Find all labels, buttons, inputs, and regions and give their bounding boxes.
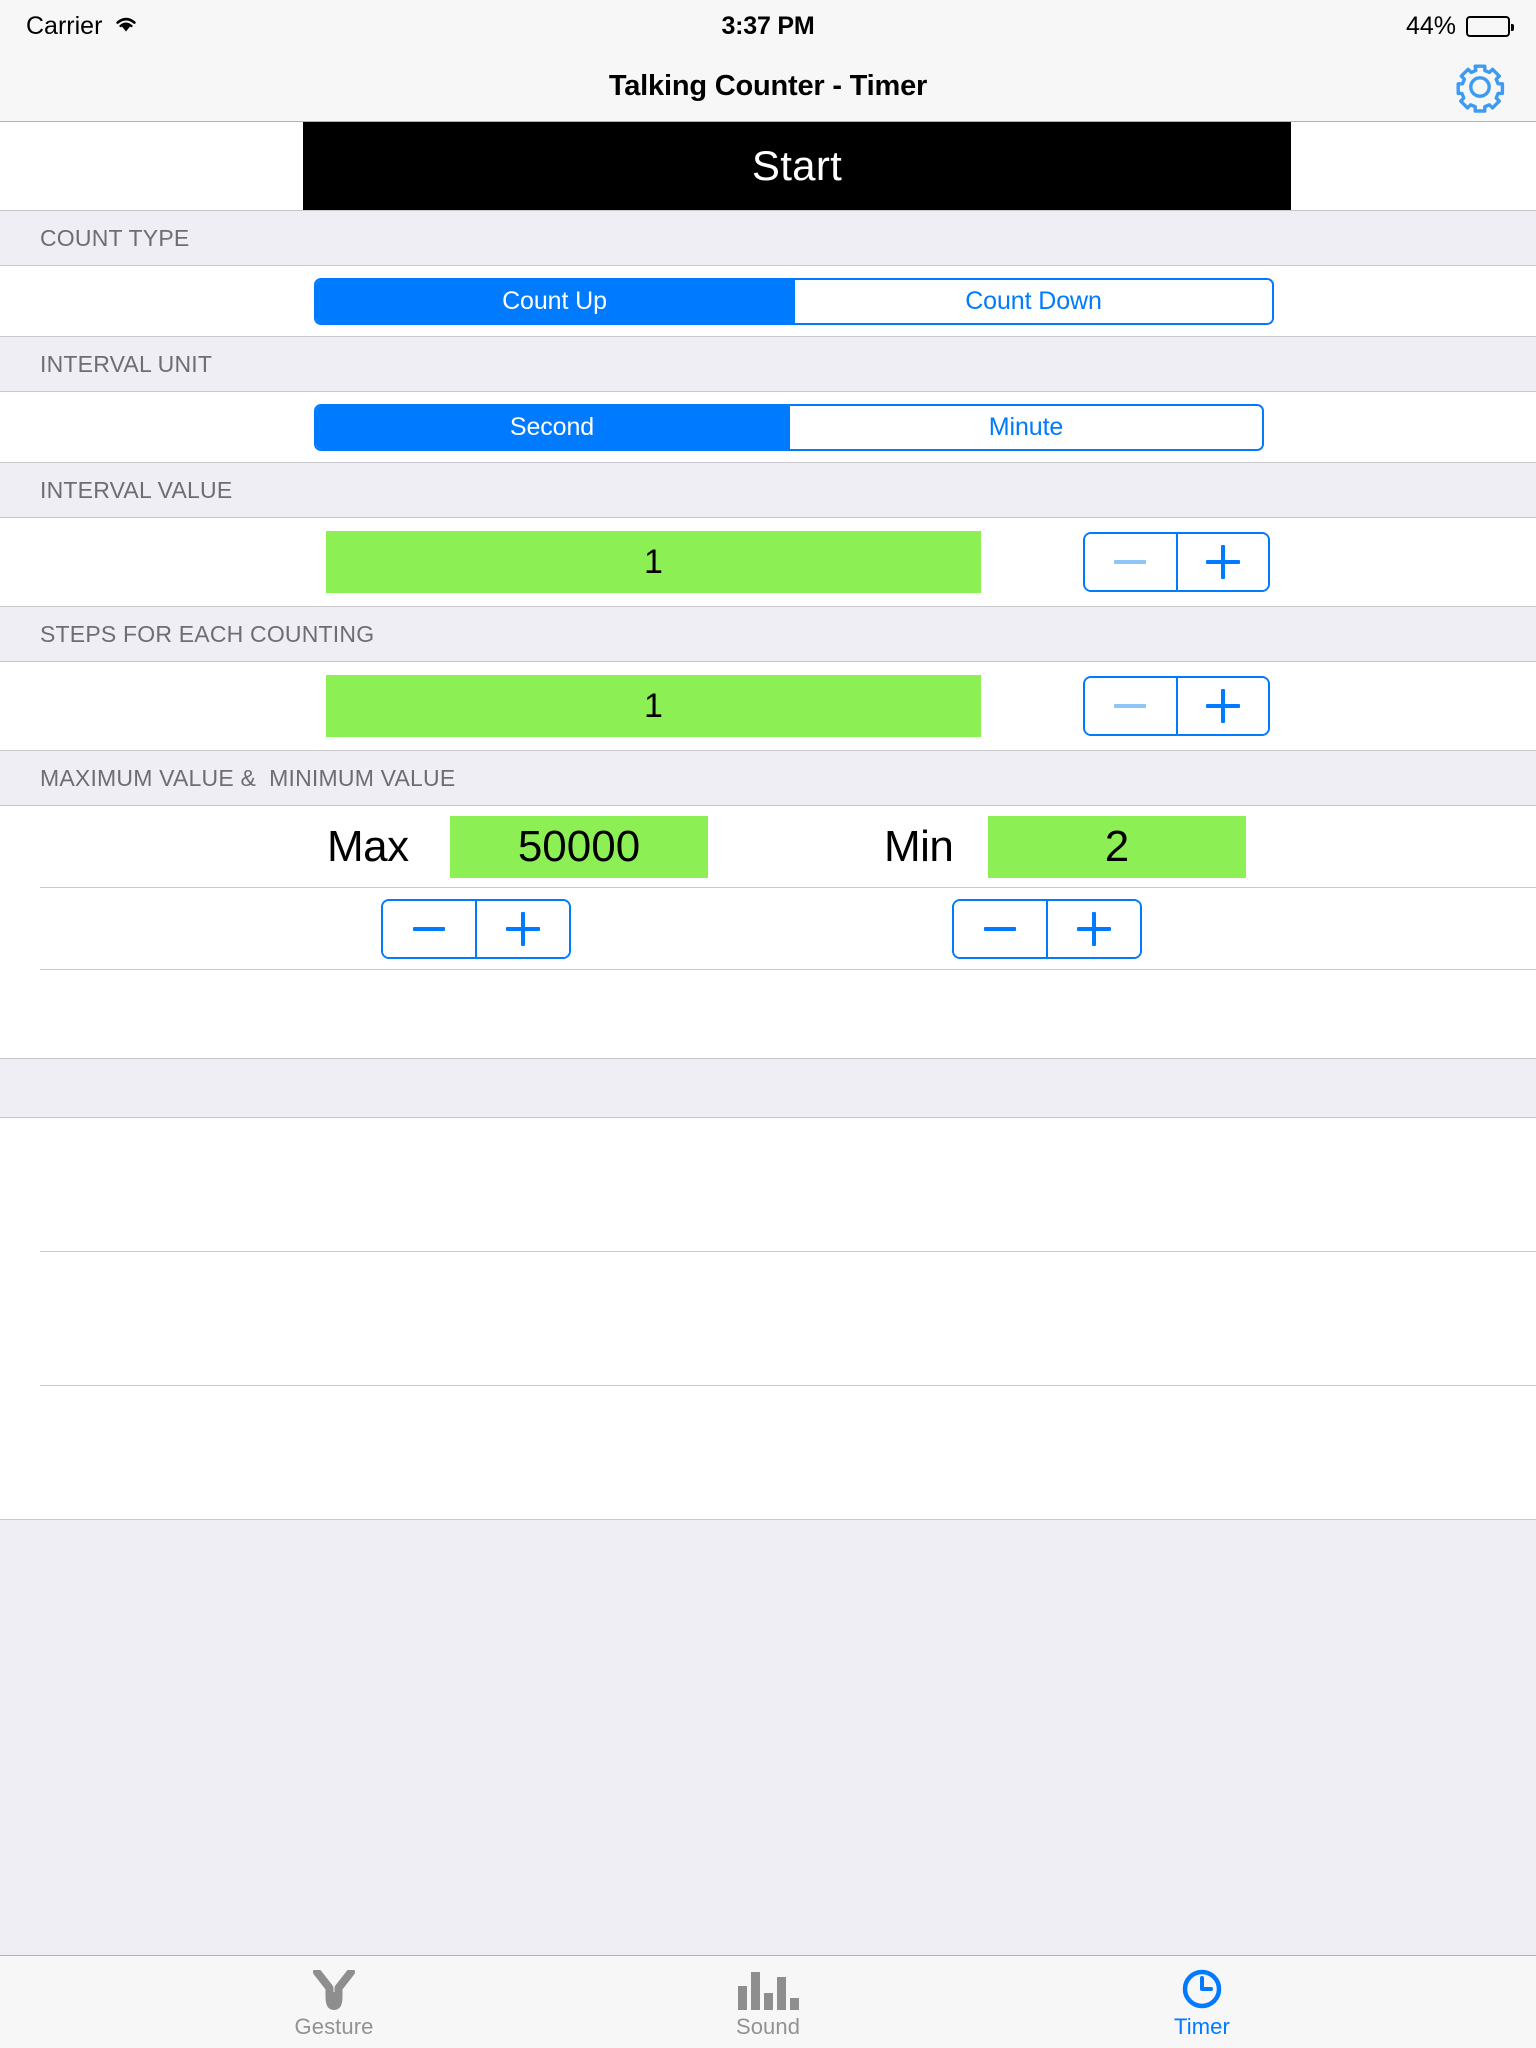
minus-icon xyxy=(1114,560,1147,564)
max-value-field[interactable]: 50000 xyxy=(450,816,708,878)
segment-second[interactable]: Second xyxy=(316,405,788,449)
start-button-row: Start xyxy=(0,122,1536,210)
interval-value-row: 1 xyxy=(0,518,1536,606)
segment-minute[interactable]: Minute xyxy=(788,405,1262,449)
minus-icon xyxy=(413,927,445,931)
min-max-trailing-row xyxy=(0,970,1536,1058)
start-button[interactable]: Start xyxy=(303,122,1291,210)
segment-count-up[interactable]: Count Up xyxy=(316,279,793,323)
tab-timer-label: Timer xyxy=(1174,2014,1230,2039)
tab-gesture[interactable]: Gesture xyxy=(234,1956,434,2048)
interval-value-field[interactable]: 1 xyxy=(326,531,981,593)
steps-value-field[interactable]: 1 xyxy=(326,675,981,737)
segment-count-down[interactable]: Count Down xyxy=(793,279,1272,323)
plus-icon xyxy=(506,912,540,946)
section-header-interval-unit: INTERVAL UNIT xyxy=(0,336,1536,392)
max-label: Max xyxy=(327,822,409,871)
steps-value-row: 1 xyxy=(0,662,1536,750)
max-decrement-button[interactable] xyxy=(383,901,475,957)
tab-gesture-label: Gesture xyxy=(294,2014,374,2039)
tab-sound[interactable]: Sound xyxy=(668,1956,868,2048)
min-label: Min xyxy=(884,822,954,871)
sound-bars-icon xyxy=(737,1970,799,2010)
status-bar: Carrier 3:37 PM 44% xyxy=(0,0,1536,52)
app-window: Carrier 3:37 PM 44% Talking Counter - Ti… xyxy=(0,0,1536,2048)
plus-icon xyxy=(1077,912,1111,946)
minus-icon xyxy=(1114,704,1147,708)
empty-row-3 xyxy=(0,1386,1536,1520)
plus-icon xyxy=(1205,545,1240,579)
tab-bar-spacer-right xyxy=(1302,1956,1536,2048)
section-header-min-max: MAXIMUM VALUE & MINIMUM VALUE xyxy=(0,750,1536,806)
min-value-field[interactable]: 2 xyxy=(988,816,1246,878)
page-title: Talking Counter - Timer xyxy=(608,70,928,102)
section-header-interval-value: INTERVAL VALUE xyxy=(0,462,1536,518)
gesture-hand-icon xyxy=(311,1970,357,2010)
section-header-empty xyxy=(0,1058,1536,1118)
empty-row-1 xyxy=(0,1118,1536,1252)
interval-value-decrement-button[interactable] xyxy=(1085,534,1176,590)
interval-value-increment-button[interactable] xyxy=(1175,534,1268,590)
steps-increment-button[interactable] xyxy=(1175,678,1268,734)
gear-icon xyxy=(1454,64,1506,117)
min-value-stepper[interactable] xyxy=(952,899,1142,959)
max-value-stepper[interactable] xyxy=(381,899,571,959)
settings-button[interactable] xyxy=(1454,61,1506,113)
min-increment-button[interactable] xyxy=(1046,901,1140,957)
section-header-count-type: COUNT TYPE xyxy=(0,210,1536,266)
count-type-segmented-control[interactable]: Count Up Count Down xyxy=(314,277,1274,325)
min-decrement-button[interactable] xyxy=(954,901,1046,957)
min-max-fields-row: Max 50000 Min 2 xyxy=(0,806,1536,888)
clock-icon xyxy=(1181,1969,1223,2010)
plus-icon xyxy=(1205,689,1240,723)
interval-unit-row: Second Minute xyxy=(0,392,1536,462)
steps-value-stepper[interactable] xyxy=(1083,676,1270,736)
minus-icon xyxy=(984,927,1016,931)
interval-unit-segmented-control[interactable]: Second Minute xyxy=(314,403,1264,451)
empty-row-2 xyxy=(0,1252,1536,1386)
tab-bar: Gesture Sound Timer xyxy=(0,1955,1536,2048)
battery-icon xyxy=(1466,15,1514,37)
status-bar-clock: 3:37 PM xyxy=(721,11,815,40)
tab-bar-spacer-mid-left xyxy=(434,1956,668,2048)
navigation-bar: Talking Counter - Timer xyxy=(0,52,1536,122)
tab-bar-spacer-mid-right xyxy=(868,1956,1102,2048)
max-increment-button[interactable] xyxy=(475,901,569,957)
settings-table: Start COUNT TYPE Count Up Count Down INT… xyxy=(0,122,1536,1955)
count-type-row: Count Up Count Down xyxy=(0,266,1536,336)
steps-decrement-button[interactable] xyxy=(1085,678,1176,734)
interval-value-stepper[interactable] xyxy=(1083,532,1270,592)
min-max-steppers-row xyxy=(0,888,1536,970)
tab-timer[interactable]: Timer xyxy=(1102,1956,1302,2048)
tab-bar-spacer-left xyxy=(0,1956,234,2048)
tab-sound-label: Sound xyxy=(735,2014,801,2039)
section-header-steps: STEPS FOR EACH COUNTING xyxy=(0,606,1536,662)
